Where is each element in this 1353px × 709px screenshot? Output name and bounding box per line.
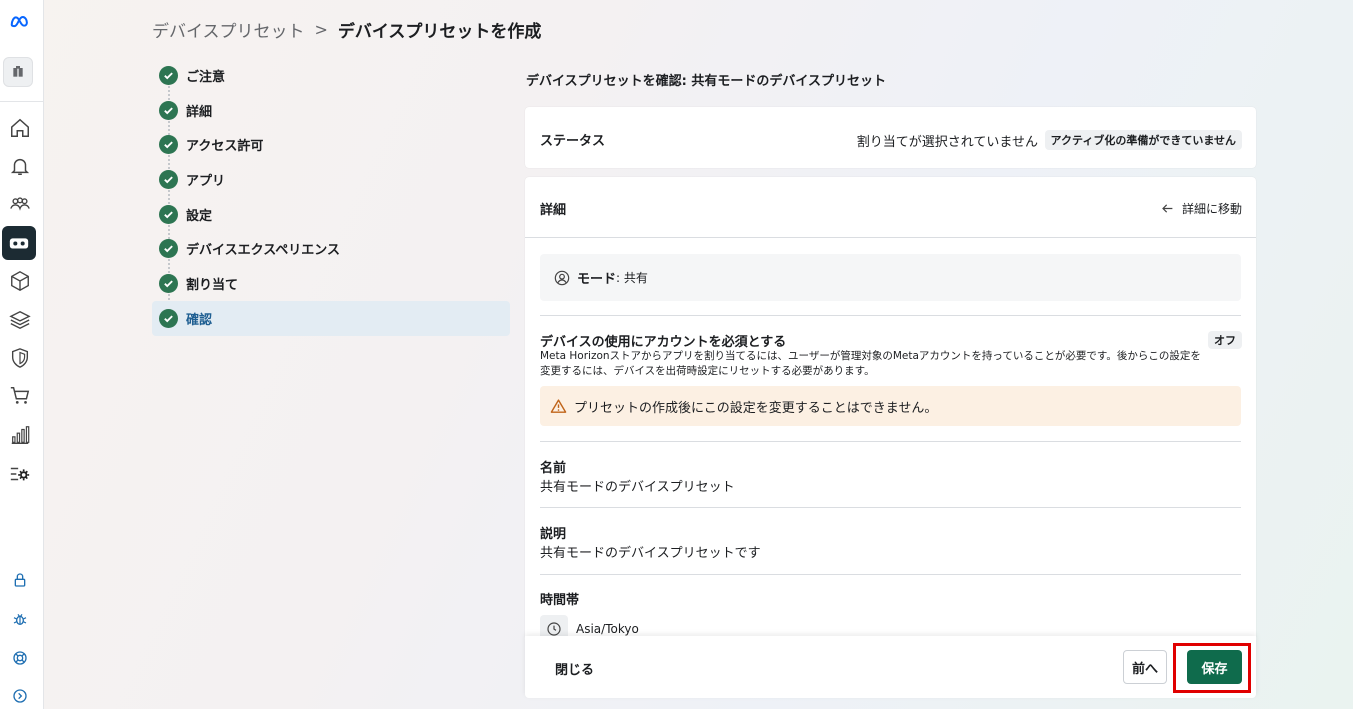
arrow-left-icon bbox=[1162, 204, 1173, 213]
organization-icon[interactable] bbox=[3, 57, 33, 87]
step-check-icon bbox=[159, 169, 178, 189]
description-value: 共有モードのデバイスプリセットです bbox=[540, 546, 761, 561]
step-label: デバイスエクスペリエンス bbox=[186, 243, 341, 259]
step-check-icon bbox=[159, 65, 178, 85]
section-divider bbox=[540, 574, 1241, 575]
headset-icon[interactable] bbox=[2, 226, 36, 260]
clock-icon bbox=[540, 615, 568, 637]
account-required-badge: オフ bbox=[1208, 331, 1242, 349]
expand-rail-icon[interactable] bbox=[4, 680, 36, 709]
timezone-title: 時間帯 bbox=[540, 593, 580, 608]
go-to-details-label: 詳細に移動 bbox=[1181, 202, 1242, 216]
section-divider bbox=[540, 507, 1241, 508]
cart-icon[interactable] bbox=[4, 380, 36, 412]
mode-summary: モード : 共有 bbox=[540, 254, 1241, 301]
step-label: ご注意 bbox=[186, 69, 226, 85]
warning-banner: プリセットの作成後にこの設定を変更することはできません。 bbox=[540, 386, 1241, 426]
wizard-steps: ご注意 詳細 アクセス許可 アプリ 設定 デバイスエクスペリエンス 割り当て 確… bbox=[152, 58, 510, 336]
step-label: アクセス許可 bbox=[186, 139, 264, 155]
step-assignment[interactable]: 割り当て bbox=[152, 266, 510, 313]
go-to-details-link[interactable]: 詳細に移動 bbox=[1161, 200, 1242, 217]
section-divider bbox=[540, 441, 1241, 442]
home-icon[interactable] bbox=[4, 112, 36, 144]
step-details[interactable]: 詳細 bbox=[152, 93, 510, 139]
status-text: 割り当てが選択されていません bbox=[856, 135, 1038, 150]
step-device-experience[interactable]: デバイスエクスペリエンス bbox=[152, 231, 510, 278]
breadcrumb-current: デバイスプリセットを作成 bbox=[337, 22, 542, 42]
step-check-icon bbox=[159, 135, 178, 155]
bug-icon[interactable] bbox=[4, 603, 36, 635]
lock-icon[interactable] bbox=[4, 564, 36, 596]
step-check-icon bbox=[159, 308, 178, 328]
details-header: 詳細 詳細に移動 bbox=[525, 177, 1256, 238]
timezone-row: Asia/Tokyo bbox=[540, 615, 639, 637]
step-apps[interactable]: アプリ bbox=[152, 162, 510, 209]
step-label: 設定 bbox=[186, 208, 213, 224]
rail-divider bbox=[0, 101, 44, 102]
users-icon[interactable] bbox=[4, 188, 36, 220]
meta-logo-icon[interactable] bbox=[4, 6, 36, 38]
step-label: 割り当て bbox=[186, 277, 239, 293]
name-title: 名前 bbox=[540, 461, 567, 476]
timezone-value: Asia/Tokyo bbox=[576, 622, 639, 636]
breadcrumb: デバイスプリセット > デバイスプリセットを作成 bbox=[152, 17, 541, 42]
step-settings[interactable]: 設定 bbox=[152, 197, 510, 243]
name-value: 共有モードのデバイスプリセット bbox=[540, 480, 735, 495]
mode-value: : 共有 bbox=[616, 271, 648, 285]
details-title: 詳細 bbox=[540, 203, 567, 218]
step-notice[interactable]: ご注意 bbox=[152, 58, 510, 104]
breadcrumb-parent-link[interactable]: デバイスプリセット bbox=[152, 17, 305, 42]
step-label: 確認 bbox=[186, 312, 213, 328]
cube-icon[interactable] bbox=[4, 265, 36, 297]
details-card: 詳細 詳細に移動 モード : 共有 デバイスの使用にアカウントを必須とする オフ… bbox=[525, 177, 1256, 637]
account-required-title: デバイスの使用にアカウントを必須とする bbox=[540, 335, 787, 350]
left-nav-rail bbox=[0, 0, 44, 709]
breadcrumb-separator: > bbox=[314, 20, 328, 39]
description-title: 説明 bbox=[540, 527, 567, 542]
page-title: デバイスプリセットを確認: 共有モードのデバイスプリセット bbox=[526, 74, 886, 89]
user-circle-icon bbox=[554, 270, 570, 285]
section-divider bbox=[540, 315, 1241, 316]
layers-icon[interactable] bbox=[4, 304, 36, 336]
step-label: アプリ bbox=[186, 173, 226, 189]
account-required-description: Meta Horizonストアからアプリを割り当てるには、ユーザーが管理対象のM… bbox=[540, 350, 1201, 377]
shield-icon[interactable] bbox=[4, 342, 36, 374]
wizard-footer: 閉じる 前へ 保存 bbox=[525, 636, 1256, 698]
bell-icon[interactable] bbox=[4, 150, 36, 182]
status-card: ステータス 割り当てが選択されていません アクティブ化の準備ができていません bbox=[525, 107, 1256, 168]
step-review[interactable]: 確認 bbox=[152, 300, 510, 336]
close-button[interactable]: 閉じる bbox=[555, 659, 594, 678]
status-badge: アクティブ化の準備ができていません bbox=[1044, 130, 1242, 150]
warning-icon bbox=[550, 398, 567, 413]
step-check-icon bbox=[159, 100, 178, 120]
warning-text: プリセットの作成後にこの設定を変更することはできません。 bbox=[574, 400, 938, 416]
step-check-icon bbox=[159, 204, 178, 224]
save-highlight-box bbox=[1173, 643, 1251, 693]
mode-key: モード bbox=[577, 272, 617, 287]
settings-list-icon[interactable] bbox=[4, 458, 36, 490]
step-check-icon bbox=[159, 273, 178, 293]
help-lifebuoy-icon[interactable] bbox=[4, 642, 36, 674]
status-label: ステータス bbox=[540, 134, 606, 149]
analytics-icon[interactable] bbox=[4, 419, 36, 451]
step-check-icon bbox=[159, 239, 178, 259]
step-permissions[interactable]: アクセス許可 bbox=[152, 127, 510, 174]
step-label: 詳細 bbox=[186, 104, 213, 120]
prev-button[interactable]: 前へ bbox=[1123, 650, 1167, 684]
